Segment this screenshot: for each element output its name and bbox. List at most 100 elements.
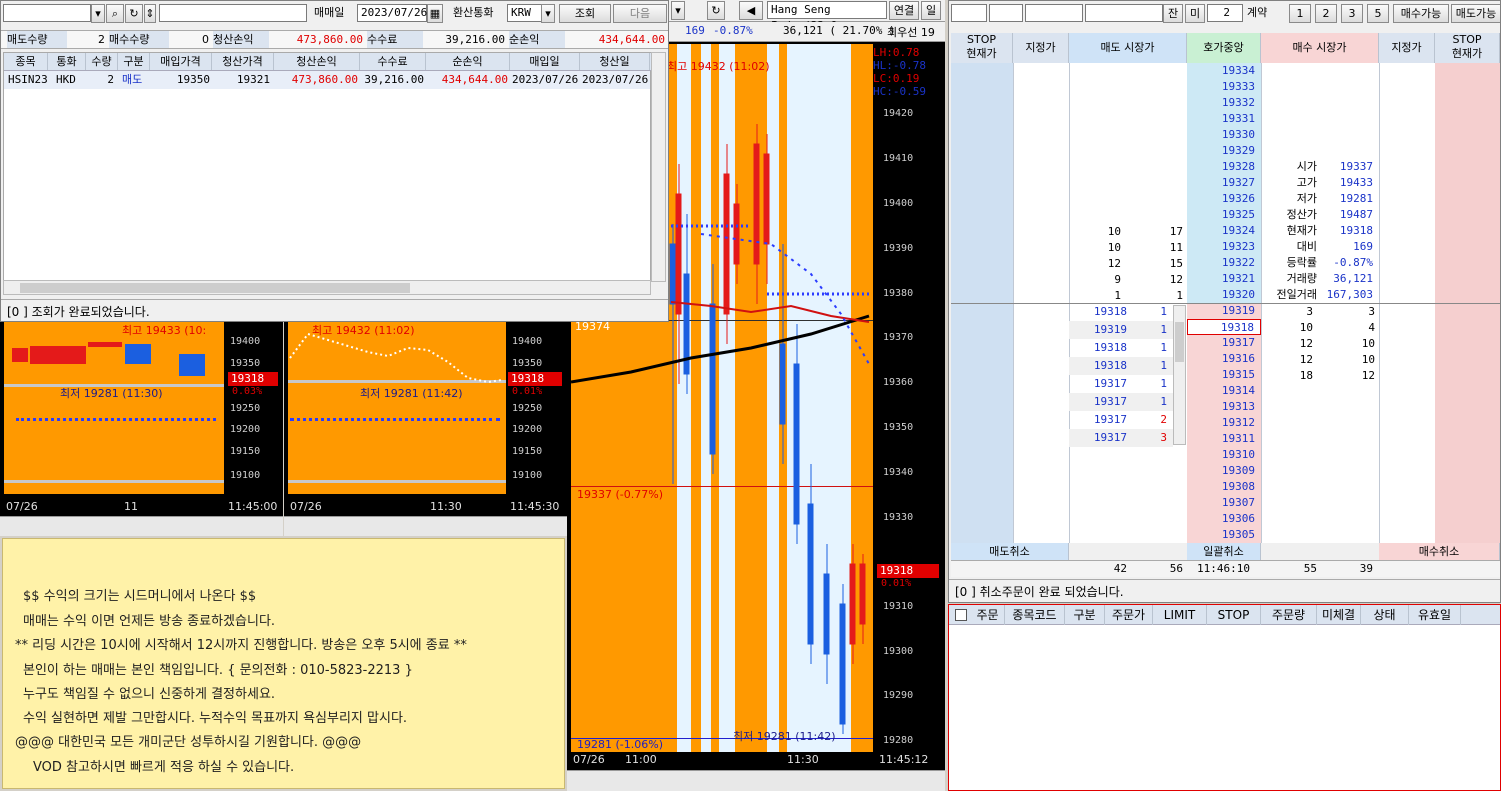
buy-available-button[interactable]: 매수가능 [1393,4,1449,23]
ob-symbol-field[interactable] [951,4,987,22]
price-row[interactable]: 19307 [1187,495,1261,511]
qty-2-button[interactable]: 2 [1315,4,1337,23]
dropdown-button[interactable]: ▾ [671,1,685,20]
info-label: 시가 [1296,160,1317,173]
main-best-quote: 최우선 19 [887,26,935,39]
notice-line: 매매는 수익 이면 언제든 방송 종료하겠습니다. [23,614,276,629]
qty-field[interactable]: 2 [1207,4,1243,22]
symbol-field[interactable] [3,4,91,22]
price-row[interactable]: 19305 [1187,527,1261,543]
price-row[interactable]: 19314 [1187,383,1261,399]
search-icon[interactable]: ⌕ [106,4,124,23]
price-row[interactable]: 19327 [1187,175,1261,191]
bid-qty: 18 [1299,369,1313,382]
index-name-field[interactable]: Hang Seng Index(23.0 [767,1,887,32]
tick-scrollbar[interactable] [1173,305,1186,445]
center-header[interactable]: 호가중앙 [1187,33,1261,63]
y-label: 19400 [512,336,543,347]
cancel-buy-button[interactable]: 매수취소 [1379,543,1500,560]
main-low-label: 최저 19281 (11:42) [733,730,836,743]
price-row[interactable]: 19330 [1187,127,1261,143]
price-row[interactable]: 19317 [1187,335,1261,351]
price-row[interactable]: 19325 [1187,207,1261,223]
price-row[interactable]: 19313 [1187,399,1261,415]
refresh-icon[interactable]: ↻ [125,4,143,23]
main-chart-controls[interactable] [567,770,945,791]
spin-button[interactable]: ⇕ [144,4,156,23]
date-field[interactable]: 2023/07/26 [357,4,427,22]
result-table: 종목 통화 수량 구분 매입가격 청산가격 청산손익 수수료 순손익 매입일 청… [3,52,652,282]
col-header: 통화 [48,53,86,70]
cancel-all-button[interactable]: 일괄취소 [1187,543,1261,560]
next-button[interactable]: 다음 [613,4,667,23]
connect-button[interactable]: 연결 [889,1,919,20]
cur-left-header[interactable]: 현재가 [951,46,1012,61]
y-label: 19250 [230,403,261,414]
sell-available-button[interactable]: 매도가능 [1451,4,1500,23]
refresh-icon[interactable]: ↻ [707,1,725,20]
horizontal-scrollbar[interactable] [3,280,651,295]
calendar-icon[interactable]: ▦ [427,4,443,23]
price-row[interactable]: 19331 [1187,111,1261,127]
price-row[interactable]: 19308 [1187,479,1261,495]
vertical-scrollbar[interactable] [651,52,666,282]
price-row[interactable]: 19332 [1187,95,1261,111]
price-row[interactable]: 19322 [1187,255,1261,271]
y-label: 19340 [883,467,914,478]
buy-market-header[interactable]: 매수 시장가 [1261,33,1379,63]
price-row[interactable]: 19329 [1187,143,1261,159]
cell: 2023/07/26 [512,73,579,86]
day-button[interactable]: 일 [921,1,941,20]
y-label: 19390 [883,243,914,254]
price-row[interactable]: 19319 [1187,303,1261,319]
price-row[interactable]: 19312 [1187,415,1261,431]
bid-qty: 12 [1299,353,1313,366]
qty-1-button[interactable]: 1 [1289,4,1311,23]
cell: 19321 [236,73,270,86]
price-row[interactable]: 19326 [1187,191,1261,207]
price-row[interactable]: 19324 [1187,223,1261,239]
price-row[interactable]: 19311 [1187,431,1261,447]
ob-code-field[interactable] [989,4,1023,22]
mi-button[interactable]: 미 [1185,4,1205,23]
currency-label: 환산통화 [453,6,494,19]
price-row[interactable]: 19334 [1187,63,1261,79]
info-label: 거래량 [1286,272,1317,285]
select-all-checkbox[interactable] [955,609,967,621]
sound-icon[interactable]: ◀ [739,1,763,20]
tick-row: 19317 3 [1069,429,1173,447]
account-field[interactable] [159,4,307,22]
qty-5-button[interactable]: 5 [1367,4,1389,23]
mid-chart-controls[interactable] [284,516,567,536]
info-value: -0.87% [1333,256,1373,269]
price-row[interactable]: 19309 [1187,463,1261,479]
cur-right-header[interactable]: 현재가 [1435,46,1499,61]
currency-select[interactable]: KRW [507,4,545,22]
sell-market-header[interactable]: 매도 시장가 [1069,33,1187,63]
price-row[interactable]: 19315 [1187,367,1261,383]
sell-qty-label: 매도수량 [7,31,67,48]
price-row[interactable]: 19306 [1187,511,1261,527]
ob-account-field[interactable] [1025,4,1083,22]
qty-3-button[interactable]: 3 [1341,4,1363,23]
price-row[interactable]: 19318 [1187,319,1261,335]
main-change-pct: -0.87% [713,24,753,37]
left-chart-controls[interactable] [0,516,283,536]
symbol-dropdown-button[interactable]: ▾ [91,4,105,23]
price-ladder[interactable]: 19334 19333 19332 19331 19330 19329 19328 19327… [1187,63,1261,543]
date-label: 매매일 [314,6,345,19]
query-button[interactable]: 조회 [559,4,611,23]
price-row[interactable]: 19323 [1187,239,1261,255]
table-row[interactable]: HSIN23 HKD 2 매도 19350 19321 473,860.00 3… [4,71,650,89]
price-row[interactable]: 19320 [1187,287,1261,303]
price-row[interactable]: 19321 [1187,271,1261,287]
ob-name-field[interactable] [1085,4,1163,22]
main-time1: 11:00 [625,753,657,766]
price-row[interactable]: 19328 [1187,159,1261,175]
jan-button[interactable]: 잔 [1163,4,1183,23]
price-row[interactable]: 19310 [1187,447,1261,463]
cancel-sell-button[interactable]: 매도취소 [951,543,1069,560]
price-row[interactable]: 19316 [1187,351,1261,367]
currency-dropdown-button[interactable]: ▾ [541,4,555,23]
price-row[interactable]: 19333 [1187,79,1261,95]
